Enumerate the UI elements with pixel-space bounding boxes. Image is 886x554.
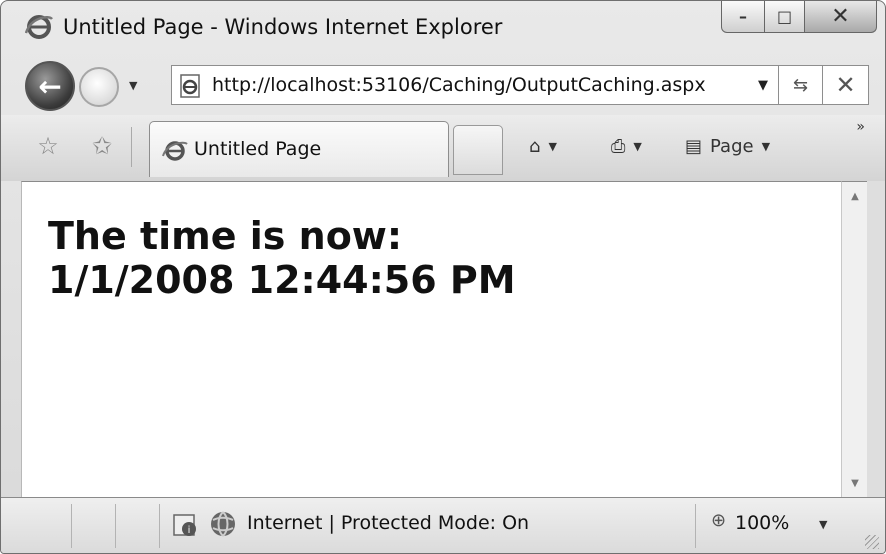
- tab-bar: ☆ ✩ Untitled Page ⌂ ▼ ⎙ ▼ ▤ Page ▼ »: [1, 115, 885, 181]
- scroll-up-icon[interactable]: ▲: [842, 186, 868, 206]
- add-to-favorites-icon[interactable]: ✩: [87, 131, 117, 161]
- page-menu-label: Page: [710, 135, 754, 157]
- home-button[interactable]: ⌂ ▼: [529, 131, 557, 161]
- address-bar[interactable]: http://localhost:53106/Caching/OutputCac…: [171, 65, 779, 105]
- print-dropdown-icon[interactable]: ▼: [633, 140, 641, 153]
- recent-pages-dropdown-icon[interactable]: ▼: [129, 79, 137, 92]
- maximize-button[interactable]: □: [765, 1, 805, 33]
- forward-button[interactable]: [79, 67, 119, 107]
- home-icon: ⌂: [529, 135, 541, 157]
- status-divider: [71, 504, 72, 548]
- security-zone-text[interactable]: Internet | Protected Mode: On: [247, 512, 529, 534]
- window-title: Untitled Page - Windows Internet Explore…: [63, 15, 503, 39]
- close-window-button[interactable]: ✕: [805, 1, 877, 33]
- favorites-center-icon[interactable]: ☆: [33, 131, 63, 161]
- scroll-down-icon[interactable]: ▼: [842, 473, 868, 493]
- refresh-button[interactable]: ⇆: [779, 65, 823, 105]
- title-bar: Untitled Page - Windows Internet Explore…: [1, 1, 885, 53]
- internet-zone-globe-icon: [209, 510, 237, 538]
- tab-label: Untitled Page: [194, 138, 322, 160]
- home-dropdown-icon[interactable]: ▼: [548, 140, 556, 153]
- svg-text:i: i: [188, 525, 191, 536]
- zoom-dropdown-icon[interactable]: ▼: [819, 518, 827, 531]
- stop-button[interactable]: ✕: [823, 65, 869, 105]
- protected-mode-icon: i: [171, 511, 199, 539]
- address-url[interactable]: http://localhost:53106/Caching/OutputCac…: [212, 74, 706, 96]
- time-heading-line2: 1/1/2008 12:44:56 PM: [48, 258, 516, 302]
- zoom-level[interactable]: 100%: [735, 512, 789, 534]
- tab-untitled-page[interactable]: Untitled Page: [149, 121, 449, 177]
- print-icon: ⎙: [611, 135, 626, 157]
- address-dropdown-icon[interactable]: ▼: [758, 78, 768, 93]
- vertical-scrollbar[interactable]: ▲ ▼: [841, 181, 867, 497]
- page-icon: ▤: [685, 135, 703, 157]
- back-button[interactable]: ←: [25, 61, 75, 111]
- page-dropdown-icon: ▼: [761, 139, 771, 153]
- time-heading: The time is now: 1/1/2008 12:44:56 PM: [48, 214, 516, 302]
- toolbar-divider: [131, 127, 132, 167]
- print-button[interactable]: ⎙ ▼: [611, 131, 642, 161]
- status-bar: i Internet | Protected Mode: On ⊕ 100% ▼: [1, 497, 885, 553]
- time-heading-line1: The time is now:: [48, 214, 403, 258]
- status-divider: [695, 504, 696, 548]
- zoom-icon: ⊕: [711, 510, 727, 531]
- status-divider: [159, 504, 160, 548]
- tab-favicon-icon: [162, 138, 188, 164]
- page-content: The time is now: 1/1/2008 12:44:56 PM: [21, 181, 841, 497]
- window-controls: – □ ✕: [721, 1, 877, 33]
- internet-explorer-icon: [24, 13, 53, 41]
- page-favicon-icon: [178, 73, 204, 99]
- more-commands-icon[interactable]: »: [856, 119, 865, 135]
- status-divider: [115, 504, 116, 548]
- minimize-button[interactable]: –: [721, 1, 765, 33]
- browser-window: Untitled Page - Windows Internet Explore…: [0, 0, 886, 554]
- new-tab-button[interactable]: [453, 125, 503, 175]
- window-right-frame: [867, 181, 885, 497]
- page-menu-button[interactable]: ▤ Page ▼: [685, 131, 770, 161]
- resize-grip[interactable]: [865, 535, 879, 549]
- navigation-bar: ← ▼ http://localhost:53106/Caching/Outpu…: [1, 53, 885, 115]
